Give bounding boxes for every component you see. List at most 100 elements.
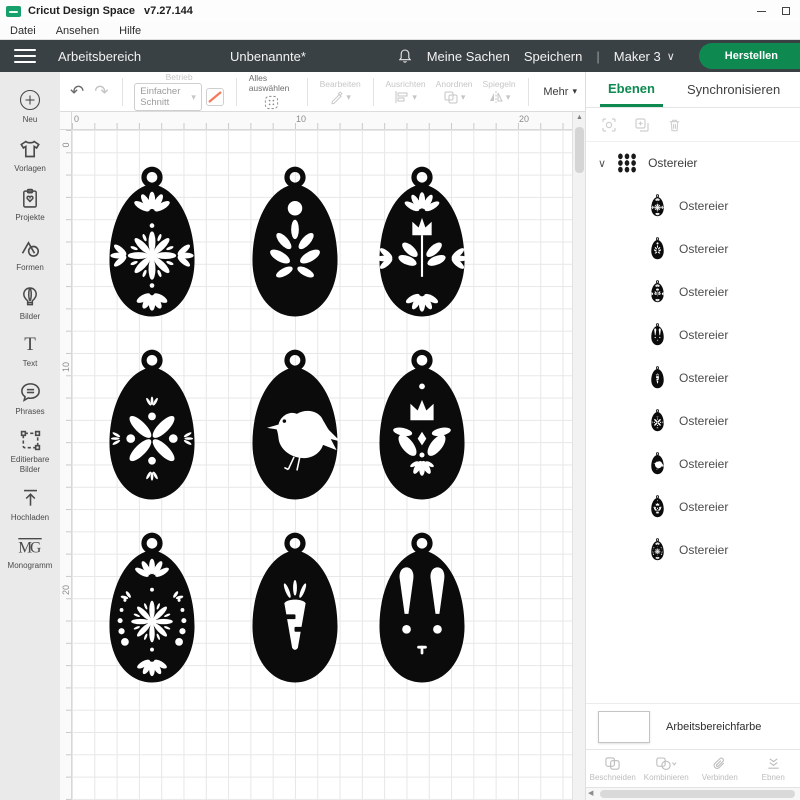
layer-row[interactable]: Ostereier [586,399,800,442]
egg-petal-cross[interactable] [94,346,210,506]
align-label: Ausrichten [386,79,426,89]
layer-row[interactable]: Ostereier [586,528,800,571]
flatten-button[interactable]: Ebnen [747,750,800,787]
save-button[interactable]: Speichern [524,49,583,64]
egg-bunny-face[interactable] [364,529,480,689]
left-sidebar: Neu Vorlagen Projekte Formen Bilder T Te… [0,72,60,800]
editable-image-icon [19,429,42,452]
ruler-number: 20 [61,581,71,599]
select-layers-icon[interactable] [601,117,617,133]
maximize-icon[interactable] [782,7,790,15]
layer-thumbnail [649,538,666,561]
egg-berry-sprig[interactable] [237,163,353,323]
egg-tulip-burst[interactable] [364,346,480,506]
sidebar-item-bilder[interactable]: Bilder [0,285,60,321]
edit-toolbar: ↶ ↷ Betrieb Einfacher Schnitt ▾ Alles au… [60,72,585,112]
sidebar-item-projekte[interactable]: Projekte [0,186,60,222]
layer-row[interactable]: Ostereier [586,313,800,356]
sidebar-item-phrases[interactable]: Phrases [0,381,60,416]
bell-icon[interactable] [397,48,413,64]
operation-dropdown[interactable]: Einfacher Schnitt ▾ [134,83,202,111]
redo-icon[interactable]: ↷ [94,82,108,102]
cricut-logo-icon [6,6,21,17]
flatten-icon [765,756,782,771]
combine-button[interactable]: Kombinieren [640,750,694,787]
chevron-down-icon: ∨ [667,50,675,63]
machine-selector[interactable]: Maker 3 ∨ [614,49,675,64]
minimize-icon[interactable] [757,11,766,12]
tab-synchronisieren[interactable]: Synchronisieren [685,72,782,107]
window-title: Cricut Design Space [28,5,135,17]
operation-value: Einfacher Schnitt [140,86,186,108]
scrollbar-thumb[interactable] [600,790,795,798]
chevron-expand-icon[interactable]: ∨ [598,157,606,170]
slice-button[interactable]: Beschneiden [586,750,640,787]
arrange-block[interactable]: Anordnen ▾ [431,79,478,104]
project-name[interactable]: Unbenannte* [230,49,306,64]
egg-dotted-daisy[interactable] [94,529,210,689]
undo-icon[interactable]: ↶ [70,82,84,102]
vertical-scrollbar[interactable]: ▲ [572,112,585,800]
menu-hilfe[interactable]: Hilfe [119,25,141,37]
sidebar-item-hochladen[interactable]: Hochladen [0,487,60,522]
egg-carrot[interactable] [237,529,353,689]
align-block[interactable]: Ausrichten ▾ [381,79,431,104]
mirror-block[interactable]: Spiegeln ▾ [478,79,521,104]
chevron-down-icon: ▾ [506,92,511,103]
egg-bird[interactable] [237,346,353,506]
menu-ansehen[interactable]: Ansehen [56,25,99,37]
trash-icon[interactable] [667,117,682,133]
scroll-left-icon[interactable]: ◀ [588,789,593,797]
edit-block[interactable]: Bearbeiten ▾ [315,79,366,105]
sidebar-item-monogramm[interactable]: MG Monogramm [0,535,60,570]
clipboard-icon [19,186,41,210]
more-button[interactable]: Mehr ▾ [535,86,585,98]
window-version: v7.27.144 [144,5,193,17]
sidebar-item-text[interactable]: T Text [0,334,60,368]
sidebar-item-editierbare-bilder[interactable]: Editierbare Bilder [0,429,60,473]
chevron-down-icon: ▾ [572,86,577,97]
menubar: Datei Ansehen Hilfe [0,22,800,40]
tab-ebenen[interactable]: Ebenen [600,72,663,107]
horizontal-scrollbar[interactable]: ◀ [586,787,800,800]
layer-thumbnail [649,194,666,217]
workspace-color-label: Arbeitsbereichfarbe [666,721,761,733]
egg-tulip-stem[interactable] [364,163,480,323]
hamburger-menu-icon[interactable] [14,49,36,63]
pen-color-swatch[interactable] [206,88,224,106]
arrange-label: Anordnen [436,79,473,89]
align-icon [394,90,410,104]
layer-group-row[interactable]: ∨ Ostereier [586,142,800,184]
layer-row[interactable]: Ostereier [586,227,800,270]
layer-row[interactable]: Ostereier [586,442,800,485]
chevron-down-icon: ▾ [461,92,466,103]
ruler-number: 20 [519,114,529,124]
attach-button[interactable]: Verbinden [693,750,747,787]
sidebar-item-neu[interactable]: Neu [0,88,60,124]
ruler-number: 10 [61,358,71,376]
layer-row[interactable]: Ostereier [586,485,800,528]
duplicate-icon[interactable] [634,117,650,133]
panel-tabs: Ebenen Synchronisieren [586,72,800,108]
make-it-button[interactable]: Herstellen [699,43,800,69]
workspace-color-swatch[interactable] [598,711,650,743]
menu-datei[interactable]: Datei [10,25,36,37]
header-divider: | [596,49,599,64]
workspace-label[interactable]: Arbeitsbereich [58,49,141,64]
my-stuff-button[interactable]: Meine Sachen [427,49,510,64]
egg-daisy-medallion[interactable] [94,163,210,323]
layer-row[interactable]: Ostereier [586,184,800,227]
horizontal-ruler: 0 10 20 [72,112,572,130]
layer-row[interactable]: Ostereier [586,270,800,313]
select-all-block[interactable]: Alles auswählen [244,73,300,111]
layer-row[interactable]: Ostereier [586,356,800,399]
sidebar-item-formen[interactable]: Formen [0,236,60,272]
scrollbar-thumb[interactable] [575,127,584,173]
panel-footer: Beschneiden Kombinieren Verbinden Ebnen [586,749,800,787]
chevron-down-icon: ▾ [346,92,351,103]
layer-thumbnail [649,495,666,518]
sidebar-item-vorlagen[interactable]: Vorlagen [0,137,60,173]
tshirt-icon [18,137,42,161]
ruler-corner [60,112,72,130]
design-canvas[interactable]: 0 10 20 0 10 20 ▲ [60,112,585,800]
